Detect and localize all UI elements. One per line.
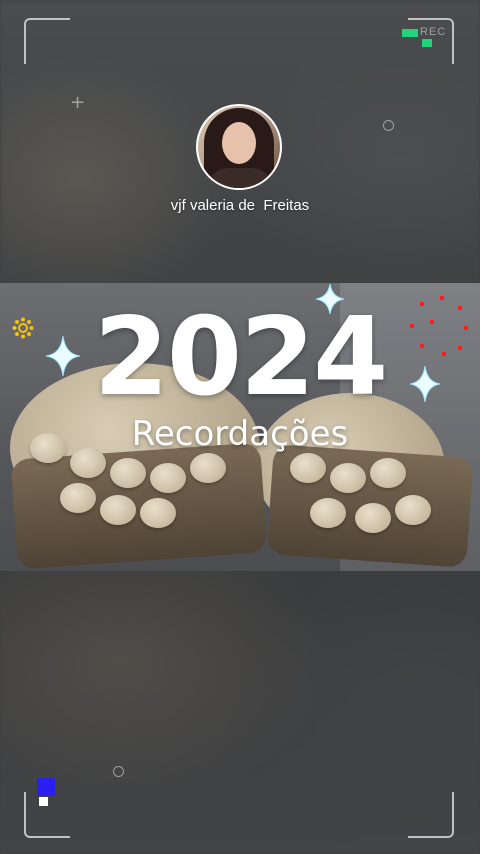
avatar-face	[222, 122, 256, 164]
confetti-dot	[440, 296, 444, 300]
avatar-shirt	[208, 168, 272, 188]
cookie	[355, 503, 391, 533]
memories-caption: Recordações	[131, 414, 349, 454]
confetti-dot	[430, 320, 434, 324]
white-square-marker	[39, 797, 48, 806]
cookie	[110, 458, 146, 488]
cookie	[330, 463, 366, 493]
viewfinder-corner-bottom-right	[408, 792, 454, 838]
viewfinder-corner-top-left	[24, 18, 70, 64]
confetti-dot	[464, 326, 468, 330]
cookie	[150, 463, 186, 493]
confetti-dot	[420, 302, 424, 306]
cookie	[140, 498, 176, 528]
rec-indicator-bar	[402, 29, 418, 37]
circle-marker-icon	[113, 766, 124, 777]
sparkle-icon	[46, 336, 80, 376]
blue-square-marker	[37, 778, 55, 796]
confetti-dot	[458, 306, 462, 310]
cookie	[100, 495, 136, 525]
rec-label: REC	[420, 26, 447, 38]
sun-flower-icon	[12, 317, 34, 339]
circle-marker-icon	[383, 120, 394, 131]
crosshair-plus-icon: +	[70, 92, 86, 113]
cookie	[290, 453, 326, 483]
sparkle-icon	[410, 366, 440, 402]
cookie	[370, 458, 406, 488]
cookie	[60, 483, 96, 513]
cookie	[310, 498, 346, 528]
confetti-dot	[410, 324, 414, 328]
rec-indicator-block	[422, 39, 432, 47]
confetti-dot	[442, 352, 446, 356]
confetti-dot	[420, 344, 424, 348]
confetti-dot	[458, 346, 462, 350]
profile-avatar[interactable]	[196, 104, 282, 190]
cookie	[190, 453, 226, 483]
cookie	[395, 495, 431, 525]
rec-indicator: REC	[402, 26, 447, 49]
sparkle-icon	[316, 284, 344, 314]
profile-username[interactable]: vjf valeria de Freitas	[0, 197, 480, 214]
